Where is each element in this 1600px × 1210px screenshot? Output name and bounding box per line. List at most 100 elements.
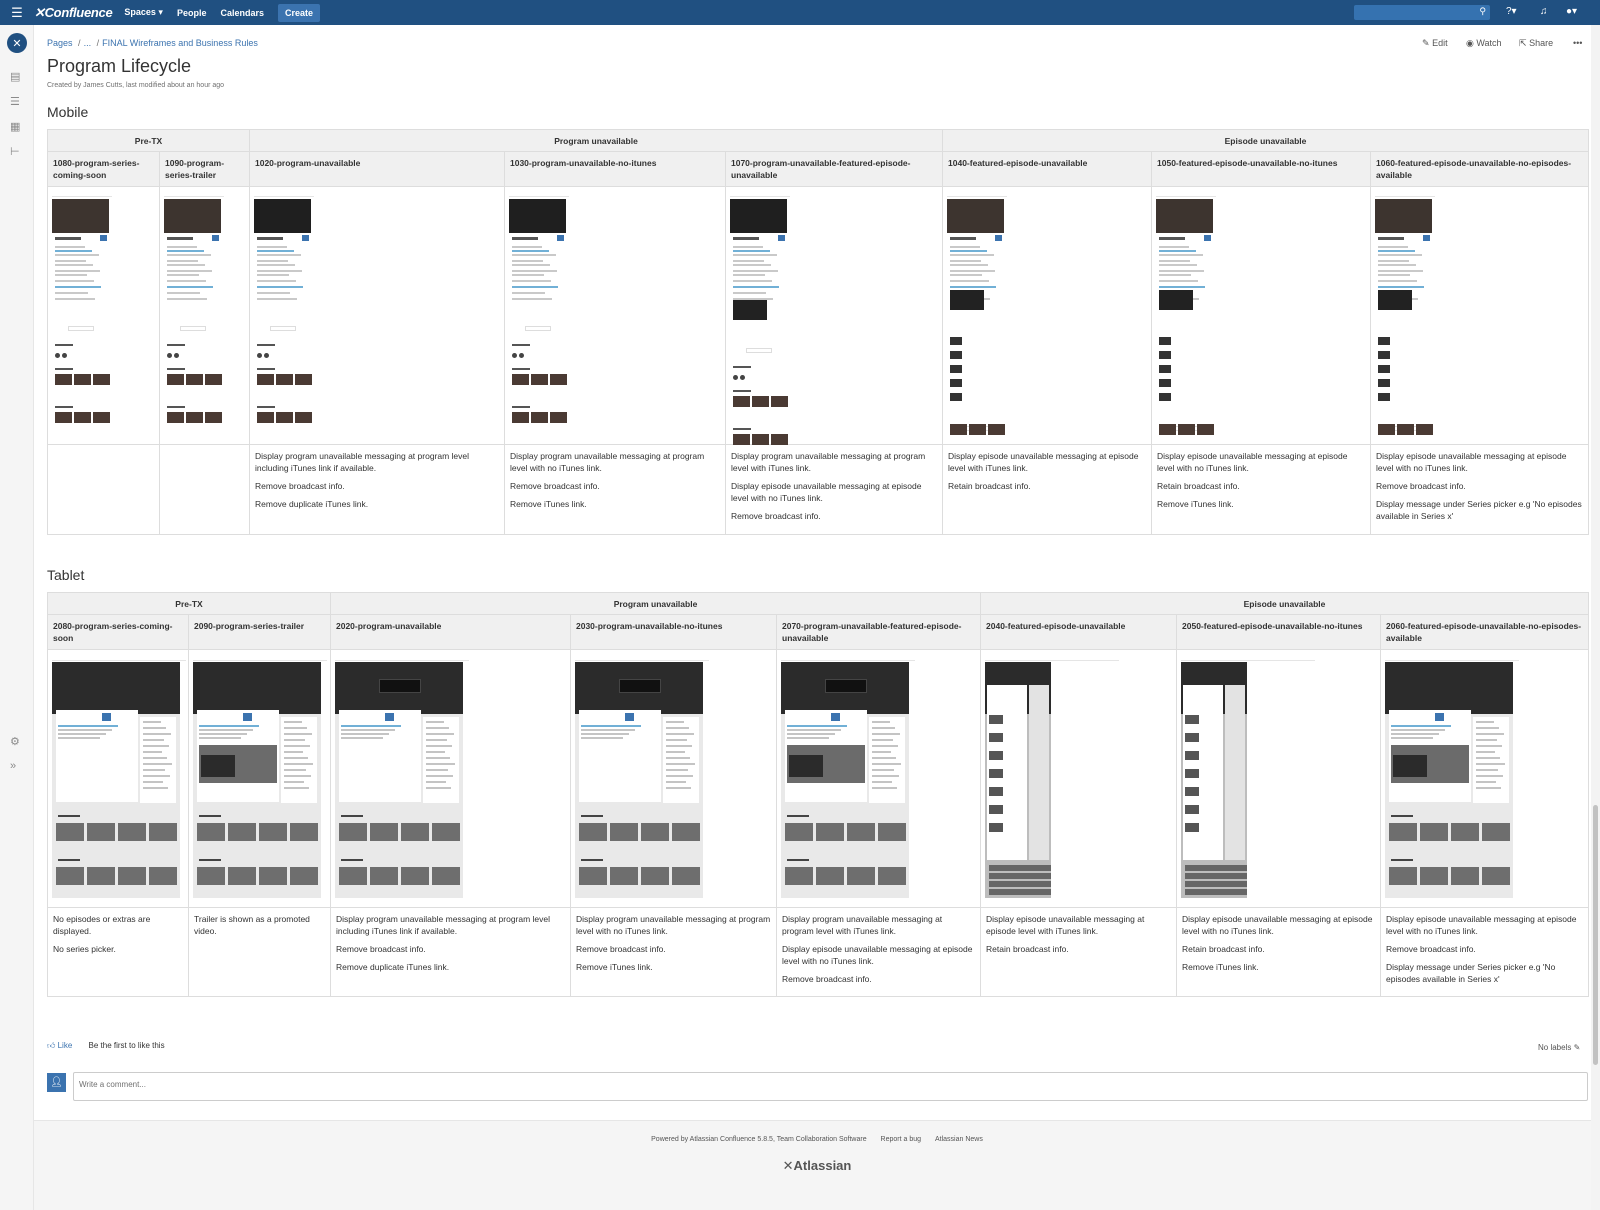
description-text: Remove broadcast info. [255,481,345,491]
group-header: Pre-TX [47,129,250,152]
wireframe-thumbnail[interactable] [254,192,314,437]
wireframe-thumbnail[interactable] [730,192,790,445]
calendar-icon[interactable]: ▦ [10,120,20,133]
help-icon[interactable]: ?▾ [1506,6,1517,17]
description-text: Display episode unavailable messaging at… [1182,914,1373,936]
description-text: Retain broadcast info. [1182,944,1265,954]
wireframe-cell [1176,649,1382,908]
watch-button[interactable]: ◉ Watch [1466,38,1502,49]
tree-icon[interactable]: ⊢ [10,145,20,158]
description-text: Remove broadcast info. [782,974,872,984]
description-text: Remove broadcast info. [731,511,821,521]
report-bug-link[interactable]: Report a bug [881,1136,921,1143]
edit-button[interactable]: ✎ Edit [1422,38,1448,49]
blog-icon[interactable]: ☰ [10,95,20,108]
wireframe-thumbnail[interactable] [1375,192,1436,437]
wireframe-thumbnail[interactable] [52,192,112,437]
description-text: Display message under Series picker e.g … [1376,499,1582,521]
column-header: 2080-program-series-coming-soon [47,614,189,650]
space-sidebar: ✕ ▤ ☰ ▦ ⊢ ⚙ » [0,25,34,1210]
wireframe-thumbnail[interactable] [1181,655,1316,900]
space-logo-icon[interactable]: ✕ [7,33,27,53]
wireframe-thumbnail[interactable] [947,192,1008,437]
wireframe-cell [775,649,982,908]
wireframe-thumbnail[interactable] [1385,655,1520,900]
wireframe-thumbnail[interactable] [52,655,186,900]
like-button[interactable]: 👍︎ Like [47,1041,72,1050]
confluence-logo[interactable]: ✕Confluence [34,5,113,21]
description-text: Remove broadcast info. [336,944,426,954]
wireframe-cell [942,186,1153,445]
wireframe-thumbnail[interactable] [193,655,327,900]
column-header: 2060-featured-episode-unavailable-no-epi… [1380,614,1590,650]
page-footer: Powered by Atlassian Confluence 5.8.5, T… [34,1120,1600,1210]
column-header: 1040-featured-episode-unavailable [942,151,1153,187]
notifications-icon[interactable]: ♫ [1540,6,1548,17]
description-cell: Display program unavailable messaging at… [249,444,505,535]
column-header: 1070-program-unavailable-featured-episod… [724,151,944,187]
labels-area[interactable]: No labels ✎ [1538,1043,1580,1052]
description-cell: Display program unavailable messaging at… [570,907,777,997]
share-button[interactable]: ⇱ Share [1519,38,1553,49]
expand-sidebar-icon[interactable]: » [10,760,16,772]
wireframe-thumbnail[interactable] [781,655,915,900]
nav-spaces[interactable]: Spaces ▾ [124,7,163,18]
wireframe-thumbnail[interactable] [1156,192,1217,437]
description-text: Display program unavailable messaging at… [782,914,943,936]
description-cell: Display episode unavailable messaging at… [1380,907,1590,997]
breadcrumb-pages[interactable]: Pages [47,38,73,48]
group-header: Program unavailable [329,592,982,615]
pencil-icon: ✎ [1422,38,1430,48]
comment-input[interactable]: Write a comment... [73,1072,1588,1101]
description-text: Retain broadcast info. [948,481,1031,491]
user-avatar-icon[interactable]: ●▾ [1566,6,1577,17]
powered-by: Powered by Atlassian Confluence 5.8.5, T… [651,1136,867,1143]
group-header: Episode unavailable [942,129,1590,152]
breadcrumb: Pages /... / FINAL Wireframes and Busines… [47,38,258,48]
more-actions-icon[interactable]: ••• [1573,38,1582,48]
search-input[interactable]: ⚲ [1354,5,1490,20]
description-cell: Display episode unavailable messaging at… [1370,444,1590,535]
wireframe-thumbnail[interactable] [164,192,224,437]
description-cell: Display program unavailable messaging at… [504,444,726,535]
thumbs-up-icon: 👍︎ [47,1041,56,1050]
scrollbar[interactable] [1591,25,1600,1210]
description-text: Remove duplicate iTunes link. [336,962,450,972]
column-header: 2030-program-unavailable-no-itunes [570,614,777,650]
top-navigation: ☰ ✕Confluence Spaces ▾ People Calendars … [0,0,1600,25]
wireframe-cell [1151,186,1372,445]
nav-calendars[interactable]: Calendars [220,8,264,18]
like-summary: Be the first to like this [88,1041,165,1050]
atlassian-news-link[interactable]: Atlassian News [935,1136,983,1143]
group-header: Pre-TX [47,592,331,615]
wireframe-thumbnail[interactable] [335,655,469,900]
description-text: Display program unavailable messaging at… [576,914,771,936]
breadcrumb-ellipsis[interactable]: ... [84,38,92,48]
wireframe-thumbnail[interactable] [575,655,709,900]
menu-icon[interactable]: ☰ [0,0,34,25]
group-header: Program unavailable [248,129,944,152]
column-header: 1090-program-series-trailer [159,151,250,187]
column-header: 1030-program-unavailable-no-itunes [504,151,726,187]
description-cell: Trailer is shown as a promoted video. [188,907,331,997]
description-text: No series picker. [53,944,116,954]
description-text: Display episode unavailable messaging at… [1157,451,1348,473]
description-text: Remove broadcast info. [1386,944,1476,954]
wireframe-cell [249,186,505,445]
settings-icon[interactable]: ⚙ [10,735,20,748]
wireframe-thumbnail[interactable] [985,655,1120,900]
wireframe-cell [330,649,571,908]
like-bar: 👍︎ Like Be the first to like this [47,1041,165,1051]
pencil-icon: ✎ [1573,1043,1581,1052]
scrollbar-thumb[interactable] [1593,805,1598,1065]
description-text: Display episode unavailable messaging at… [731,481,922,503]
atlassian-mark-icon: ✕ [782,1158,794,1173]
pages-icon[interactable]: ▤ [10,70,20,83]
breadcrumb-parent[interactable]: FINAL Wireframes and Business Rules [102,38,258,48]
wireframe-thumbnail[interactable] [509,192,569,437]
nav-people[interactable]: People [177,8,207,18]
tablet-heading: Tablet [47,567,85,583]
description-text: Display episode unavailable messaging at… [1386,914,1577,936]
column-header: 1080-program-series-coming-soon [47,151,160,187]
create-button[interactable]: Create [277,3,320,22]
